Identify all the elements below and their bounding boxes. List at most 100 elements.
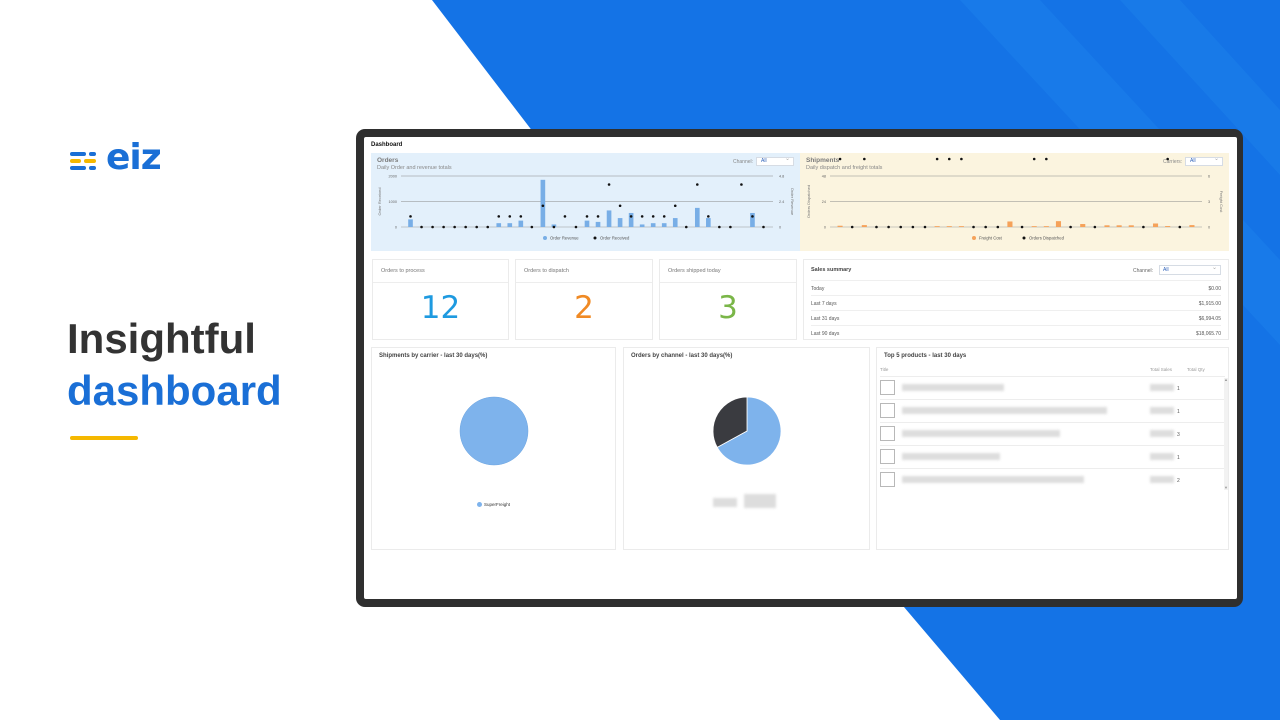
sales-row: Last 7 days $1,915.00 bbox=[811, 295, 1221, 310]
orders-to-dispatch-card[interactable]: Orders to dispatch 2 bbox=[515, 259, 653, 340]
table-row[interactable]: 1 bbox=[880, 445, 1225, 468]
shipments-bar bbox=[1080, 224, 1086, 227]
shipments-bar bbox=[1128, 225, 1134, 227]
orders-point bbox=[684, 225, 688, 229]
sales-summary-title: Sales summary bbox=[811, 267, 852, 273]
col-total-qty: Total Qty bbox=[1187, 367, 1205, 372]
shipments-bar bbox=[946, 226, 952, 227]
sales-row: Last 31 days $6,994.05 bbox=[811, 310, 1221, 325]
shipments-chart: 48 24 0 6 3 0 Orders Dispatched Freight Cost Fre… bbox=[806, 157, 1224, 241]
orders-point bbox=[729, 225, 732, 229]
shipments-point bbox=[1045, 157, 1048, 161]
orders-point bbox=[409, 215, 412, 218]
shipments-point bbox=[1032, 157, 1036, 161]
sales-row: Today $0.00 bbox=[811, 280, 1221, 295]
shipments-legend-label: Freight Cost bbox=[979, 236, 1003, 241]
table-row[interactable]: 3 bbox=[880, 422, 1225, 445]
shipments-bar bbox=[958, 226, 964, 227]
product-sales-redacted bbox=[1150, 384, 1174, 391]
scroll-up-icon[interactable]: ▲ bbox=[1224, 378, 1228, 382]
shipments-legend-swatch bbox=[1022, 236, 1026, 240]
logo-mark-icon bbox=[70, 143, 100, 173]
orders-y-tick-label: 0 bbox=[395, 226, 397, 230]
shipments-point bbox=[1178, 225, 1182, 229]
orders-bar bbox=[518, 220, 524, 227]
table-row[interactable]: 1 bbox=[880, 399, 1225, 422]
shipments-y-tick-label: 24 bbox=[822, 200, 826, 204]
superfreight-legend-label: SuperFreight bbox=[484, 502, 511, 507]
card-divider bbox=[516, 282, 652, 283]
orders-y2-tick-label: 0 bbox=[779, 226, 781, 230]
orders-shipped-today-card[interactable]: Orders shipped today 3 bbox=[659, 259, 797, 340]
table-row[interactable]: 2 bbox=[880, 468, 1225, 491]
shipments-by-carrier-card: Shipments by carrier - last 30 days(%) S… bbox=[371, 347, 616, 550]
orders-point bbox=[740, 183, 743, 186]
shipments-legend-label: Orders Dispatched bbox=[1029, 236, 1065, 241]
sales-row-value: $6,994.05 bbox=[1198, 316, 1221, 322]
product-title-redacted bbox=[902, 384, 1004, 391]
product-title-redacted bbox=[902, 407, 1107, 414]
orders-bar bbox=[661, 223, 667, 227]
orders-legend-swatch bbox=[593, 236, 597, 240]
product-qty: 1 bbox=[1177, 386, 1180, 392]
orders-chart-panel: Orders Daily Order and revenue totals Ch… bbox=[371, 153, 800, 251]
orders-bar bbox=[507, 223, 513, 227]
sales-row-label: Last 31 days bbox=[811, 316, 840, 322]
eiz-logo: eiz bbox=[70, 140, 162, 176]
product-qty: 1 bbox=[1177, 455, 1180, 461]
product-thumbnail bbox=[880, 403, 895, 418]
orders-bar bbox=[408, 219, 413, 227]
sales-row: Last 90 days $18,065.70 bbox=[811, 325, 1221, 340]
dashboard-screen: Dashboard Orders Daily Order and revenue… bbox=[364, 137, 1237, 599]
orders-point bbox=[552, 225, 556, 229]
shipments-y2-tick-label: 3 bbox=[1208, 200, 1210, 204]
channel-pie-chart bbox=[712, 396, 782, 466]
orders-point bbox=[508, 215, 512, 218]
headline-underline bbox=[70, 436, 138, 440]
orders-point bbox=[762, 225, 765, 229]
shipments-bar bbox=[1031, 226, 1037, 227]
shipments-point bbox=[947, 157, 951, 161]
channel-legend-redacted bbox=[744, 494, 776, 508]
shipments-point bbox=[972, 225, 975, 229]
orders-legend-label: Order Received bbox=[600, 236, 630, 241]
orders-to-process-card[interactable]: Orders to process 12 bbox=[372, 259, 509, 340]
orders-y-tick-label: 2000 bbox=[389, 175, 397, 179]
shipments-point bbox=[899, 225, 903, 229]
product-title-redacted bbox=[902, 453, 1000, 460]
orders-chart: 2000 1000 0 4.8 2.4 0 Order Received Order Reve… bbox=[377, 175, 795, 241]
orders-legend-swatch bbox=[543, 236, 547, 240]
shipments-bar bbox=[1007, 221, 1013, 227]
orders-by-channel-card: Orders by channel - last 30 days(%) bbox=[623, 347, 870, 550]
carrier-pie-slice-superfreight[interactable] bbox=[459, 396, 529, 466]
shipments-point bbox=[1069, 225, 1072, 229]
shipments-bar bbox=[1152, 223, 1159, 227]
headline-line-1: Insightful bbox=[67, 315, 256, 362]
orders-bar bbox=[650, 223, 656, 227]
scroll-down-icon[interactable]: ▼ bbox=[1224, 486, 1228, 490]
product-sales-redacted bbox=[1150, 430, 1174, 437]
shipments-point bbox=[911, 225, 915, 229]
top-products-scrollbar[interactable]: ▲ ▼ bbox=[1224, 378, 1228, 490]
orders-point bbox=[442, 225, 445, 229]
top-products-title: Top 5 products - last 30 days bbox=[884, 353, 967, 359]
product-qty: 3 bbox=[1177, 432, 1180, 438]
shipments-bar bbox=[1055, 221, 1062, 227]
product-title-redacted bbox=[902, 430, 1060, 437]
col-title: Title bbox=[880, 367, 889, 372]
dashboard-title: Dashboard bbox=[371, 142, 403, 148]
orders-point bbox=[607, 183, 611, 186]
table-row[interactable]: 1 bbox=[880, 376, 1225, 399]
orders-y2-tick-label: 4.8 bbox=[779, 175, 784, 179]
orders-point bbox=[618, 204, 622, 208]
orders-to-dispatch-label: Orders to dispatch bbox=[524, 268, 569, 274]
shipments-point bbox=[1093, 225, 1097, 229]
sales-channel-select[interactable]: All bbox=[1159, 264, 1221, 275]
shipments-bar bbox=[1116, 225, 1122, 227]
orders-bar bbox=[584, 220, 590, 227]
shipments-bar bbox=[861, 225, 867, 227]
shipments-point bbox=[875, 225, 878, 229]
shipments-y2-axis-label: Freight Cost bbox=[1219, 191, 1224, 214]
orders-point bbox=[530, 225, 534, 229]
top-products-card: Top 5 products - last 30 days Title Tota… bbox=[876, 347, 1229, 550]
